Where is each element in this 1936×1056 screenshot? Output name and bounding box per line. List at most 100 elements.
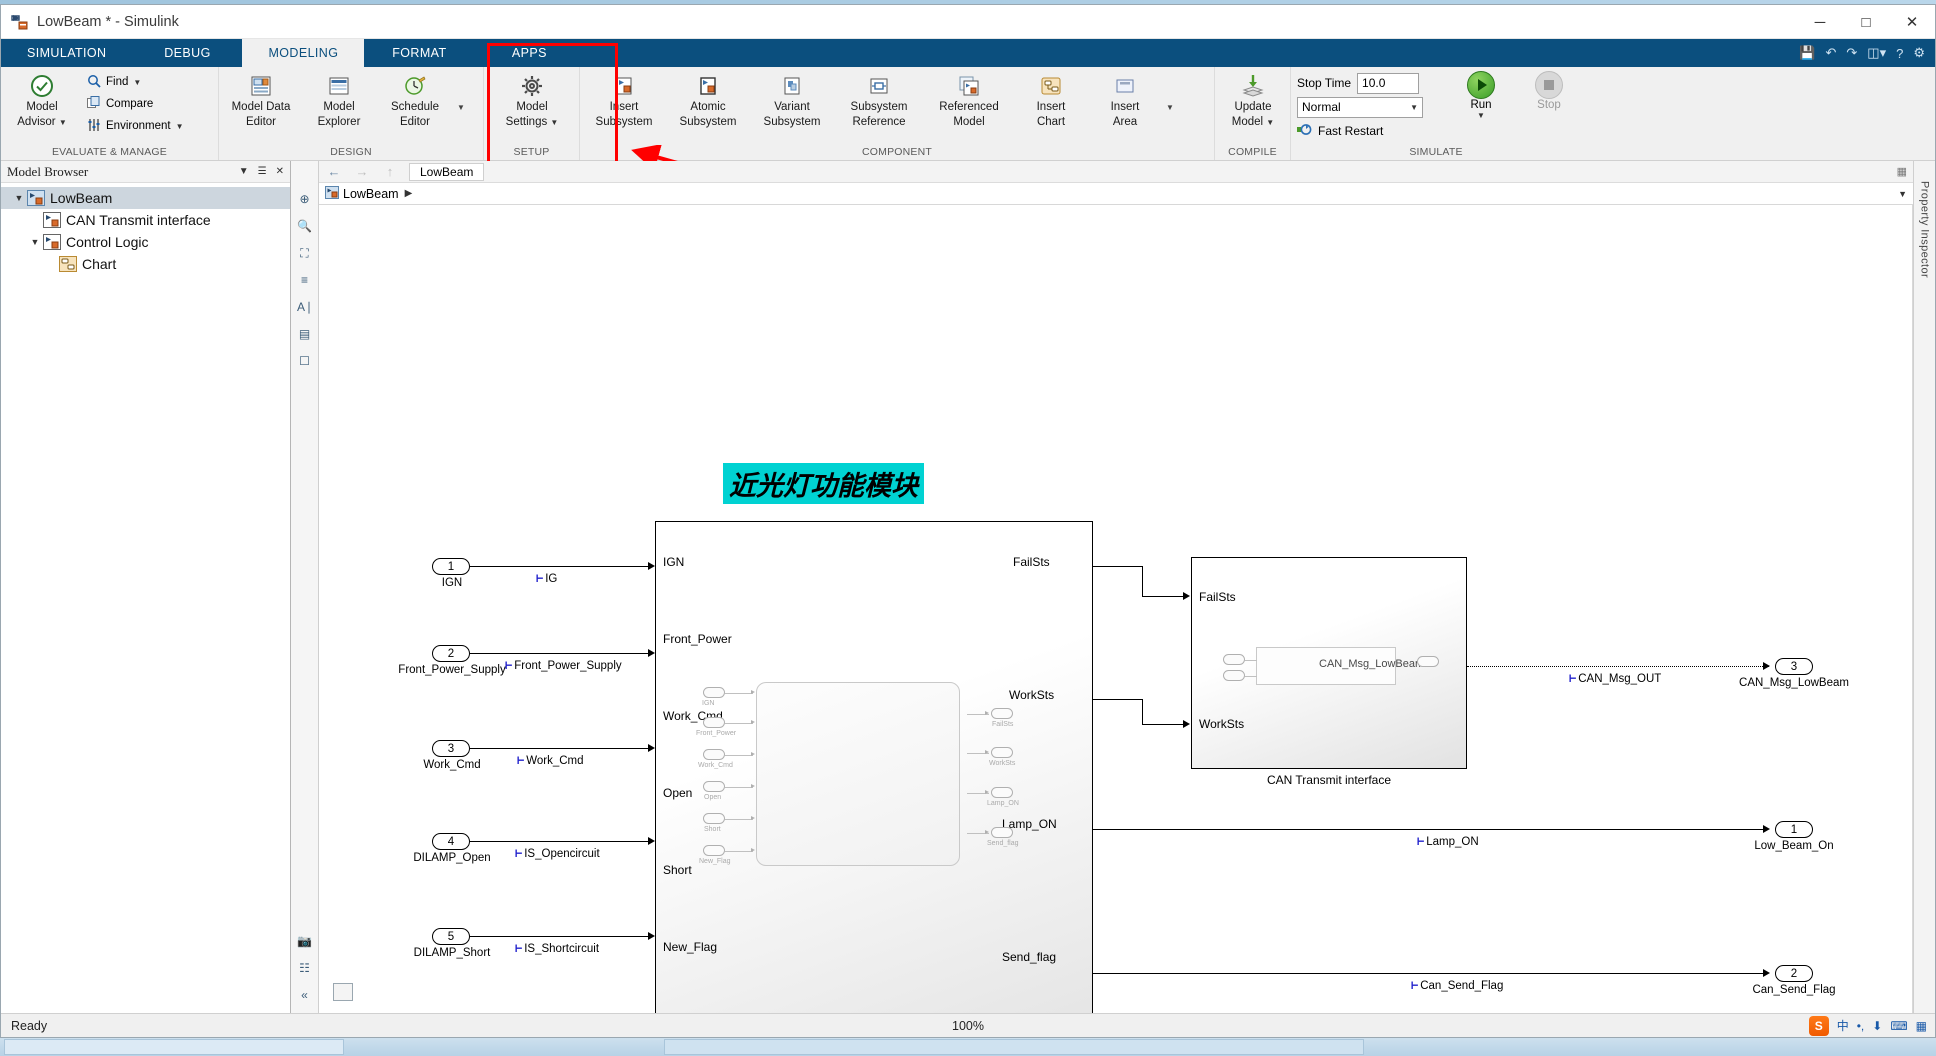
wire-send-flag[interactable]: [1093, 973, 1765, 975]
inport-1[interactable]: 1: [432, 558, 470, 575]
wire-failsts-v[interactable]: [1142, 566, 1144, 597]
tab-apps[interactable]: APPS: [474, 39, 584, 67]
keyboard-icon[interactable]: ⌨: [1890, 1019, 1907, 1033]
forward-arrow-icon[interactable]: →: [353, 164, 371, 179]
tree-item-can-transmit-interface[interactable]: CAN Transmit interface: [1, 209, 290, 231]
close-button[interactable]: ✕: [1889, 5, 1935, 39]
simulation-mode-select[interactable]: Normal ▼: [1297, 96, 1423, 118]
canvas-panel-toggle[interactable]: [333, 983, 353, 1001]
chevron-down-icon[interactable]: ▼: [239, 166, 249, 177]
wire-worksts-h2[interactable]: [1142, 724, 1185, 726]
inport-3[interactable]: 3: [432, 740, 470, 757]
outport-2[interactable]: 2: [1775, 965, 1813, 982]
design-overflow-button[interactable]: ▼: [453, 69, 469, 145]
taskbar-item-2[interactable]: [664, 1039, 1364, 1055]
tab-debug[interactable]: DEBUG: [132, 39, 242, 67]
wire-lamp-on[interactable]: [1093, 829, 1765, 831]
align-icon[interactable]: ≡: [295, 270, 315, 290]
chevron-down-icon[interactable]: ▼: [11, 193, 27, 203]
wire-work-cmd[interactable]: [470, 748, 650, 750]
wire-failsts-h1[interactable]: [1093, 566, 1143, 568]
up-arrow-icon[interactable]: ↑: [381, 164, 399, 179]
tab-simulation[interactable]: SIMULATION: [1, 39, 132, 67]
ime-dot-icon[interactable]: •,: [1857, 1019, 1865, 1033]
tray-menu-icon[interactable]: ▦: [1916, 1019, 1927, 1033]
compare-button[interactable]: Compare: [81, 93, 189, 115]
inport-5[interactable]: 5: [432, 928, 470, 945]
area-icon[interactable]: ☐: [295, 351, 315, 371]
annotation-icon[interactable]: A ∣: [295, 297, 315, 317]
tree-item-control-logic[interactable]: ▼ Control Logic: [1, 231, 290, 253]
chevron-down-icon[interactable]: ▼: [59, 118, 67, 127]
breadcrumb-expander[interactable]: ▼: [1898, 189, 1907, 199]
minimize-button[interactable]: ─: [1797, 5, 1843, 39]
chevron-down-icon[interactable]: ▼: [1266, 118, 1274, 127]
chevron-down-icon[interactable]: ▼: [550, 118, 558, 127]
insert-chart-button[interactable]: Insert Chart: [1014, 69, 1088, 129]
variant-subsystem-button[interactable]: Variant Subsystem: [750, 69, 834, 129]
wire-can-msg-out[interactable]: [1467, 666, 1769, 667]
canvas-tab-lowbeam[interactable]: LowBeam: [409, 162, 485, 181]
subsystem-reference-button[interactable]: Subsystem Reference: [834, 69, 924, 129]
grid-icon[interactable]: ▦: [1897, 165, 1907, 178]
model-advisor-button[interactable]: Model Advisor ▼: [3, 69, 81, 129]
atomic-subsystem-button[interactable]: Atomic Subsystem: [666, 69, 750, 129]
chevron-down-icon[interactable]: ▼: [27, 237, 43, 247]
inport-4[interactable]: 4: [432, 833, 470, 850]
diagram-title-annotation[interactable]: 近光灯功能模块: [723, 463, 924, 504]
schedule-editor-button[interactable]: Schedule Editor: [377, 69, 453, 129]
layers-icon[interactable]: ☷: [295, 958, 315, 978]
property-inspector-dock[interactable]: Property Inspector: [1913, 161, 1935, 1013]
tab-format[interactable]: FORMAT: [364, 39, 474, 67]
wire-front-power[interactable]: [470, 653, 650, 655]
outport-3[interactable]: 3: [1775, 658, 1813, 675]
run-dropdown-icon[interactable]: ▼: [1477, 111, 1485, 120]
find-button[interactable]: Find ▼: [81, 71, 189, 93]
stop-button[interactable]: Stop: [1525, 71, 1573, 111]
component-overflow-button[interactable]: ▼: [1162, 69, 1178, 145]
update-model-button[interactable]: Update Model ▼: [1217, 69, 1289, 129]
insert-area-button[interactable]: Insert Area: [1088, 69, 1162, 129]
insert-subsystem-button[interactable]: Insert Subsystem: [582, 69, 666, 129]
breadcrumb-item-lowbeam[interactable]: LowBeam: [325, 185, 399, 202]
zoom-fit-icon[interactable]: ⊕: [295, 189, 315, 209]
tree-item-lowbeam[interactable]: ▼ LowBeam: [1, 187, 290, 209]
redo-icon[interactable]: ↷: [1846, 45, 1857, 61]
back-arrow-icon[interactable]: ←: [325, 164, 343, 179]
wire-worksts-v[interactable]: [1142, 699, 1144, 725]
wire-failsts-h2[interactable]: [1142, 596, 1185, 598]
model-data-editor-button[interactable]: Model Data Editor: [221, 69, 301, 129]
close-icon[interactable]: ✕: [276, 166, 284, 177]
fit-to-view-icon[interactable]: ⛶: [295, 243, 315, 263]
wire-ign[interactable]: [470, 566, 650, 568]
model-canvas[interactable]: 近光灯功能模块 Control Logic IGN Front_Power Wo…: [319, 205, 1913, 1013]
zoom-icon[interactable]: 🔍: [295, 216, 315, 236]
sogou-icon[interactable]: S: [1808, 1015, 1829, 1036]
chevron-down-icon[interactable]: ▼: [176, 122, 184, 131]
ime-language-indicator[interactable]: 中: [1837, 1017, 1849, 1034]
save-icon[interactable]: 💾: [1799, 45, 1815, 61]
layout-icon[interactable]: ◫▾: [1867, 45, 1886, 61]
wire-worksts-h1[interactable]: [1093, 699, 1143, 701]
model-settings-button[interactable]: Model Settings ▼: [486, 69, 578, 129]
more-icon[interactable]: ⚙: [1913, 45, 1925, 61]
tab-modeling[interactable]: MODELING: [242, 39, 365, 67]
wire-open[interactable]: [470, 841, 650, 843]
download-icon[interactable]: ⬇: [1872, 1019, 1882, 1033]
chevron-down-icon[interactable]: ▼: [133, 78, 141, 87]
taskbar-item-1[interactable]: [4, 1039, 344, 1055]
model-explorer-button[interactable]: Model Explorer: [301, 69, 377, 129]
referenced-model-button[interactable]: Referenced Model: [924, 69, 1014, 129]
collapse-icon[interactable]: «: [295, 985, 315, 1005]
outport-1[interactable]: 1: [1775, 821, 1813, 838]
inport-2[interactable]: 2: [432, 645, 470, 662]
camera-icon[interactable]: 📷: [295, 931, 315, 951]
undo-icon[interactable]: ↶: [1825, 45, 1836, 61]
maximize-button[interactable]: □: [1843, 5, 1889, 39]
stop-time-input[interactable]: 10.0: [1357, 72, 1420, 94]
tree-item-chart[interactable]: Chart: [1, 253, 290, 275]
menu-icon[interactable]: ☰: [258, 166, 267, 177]
help-icon[interactable]: ?: [1896, 46, 1903, 61]
environment-button[interactable]: Environment ▼: [81, 115, 189, 137]
image-icon[interactable]: ▤: [295, 324, 315, 344]
